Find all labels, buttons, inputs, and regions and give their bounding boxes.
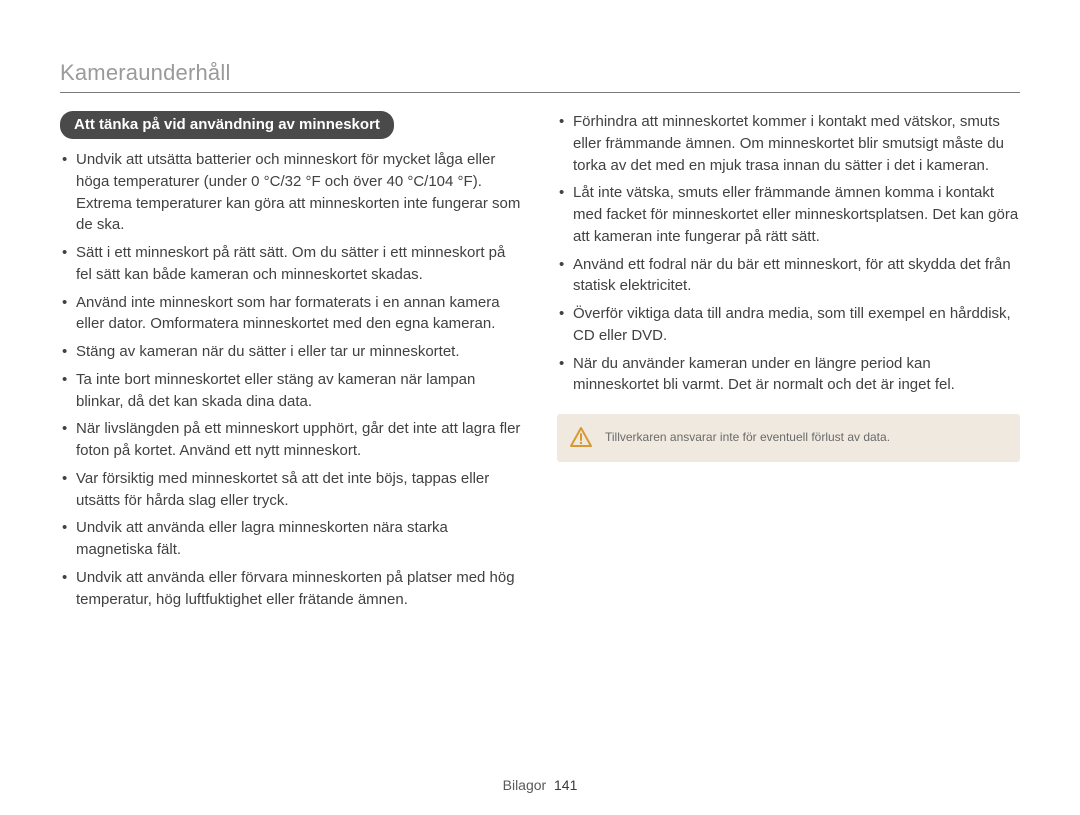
- list-item: Förhindra att minneskortet kommer i kont…: [557, 111, 1020, 176]
- list-item: När livslängden på ett minneskort upphör…: [60, 418, 523, 462]
- warning-icon: [569, 426, 593, 450]
- right-bullet-list: Förhindra att minneskortet kommer i kont…: [557, 111, 1020, 396]
- footer-section: Bilagor: [503, 777, 547, 793]
- page-footer: Bilagor 141: [0, 777, 1080, 793]
- list-item: Använd inte minneskort som har formatera…: [60, 292, 523, 336]
- list-item: När du använder kameran under en längre …: [557, 353, 1020, 397]
- page-title: Kameraunderhåll: [60, 60, 1020, 86]
- list-item: Var försiktig med minneskortet så att de…: [60, 468, 523, 512]
- list-item: Ta inte bort minneskortet eller stäng av…: [60, 369, 523, 413]
- list-item: Stäng av kameran när du sätter i eller t…: [60, 341, 523, 363]
- list-item: Överför viktiga data till andra media, s…: [557, 303, 1020, 347]
- list-item: Låt inte vätska, smuts eller främmande ä…: [557, 182, 1020, 247]
- left-column: Att tänka på vid användning av minneskor…: [60, 111, 523, 616]
- document-page: Kameraunderhåll Att tänka på vid användn…: [0, 0, 1080, 815]
- caution-note: Tillverkaren ansvarar inte för eventuell…: [557, 414, 1020, 462]
- list-item: Undvik att använda eller lagra minneskor…: [60, 517, 523, 561]
- list-item: Undvik att utsätta batterier och minnesk…: [60, 149, 523, 236]
- right-column: Förhindra att minneskortet kommer i kont…: [557, 111, 1020, 616]
- left-bullet-list: Undvik att utsätta batterier och minnesk…: [60, 149, 523, 610]
- content-columns: Att tänka på vid användning av minneskor…: [60, 111, 1020, 616]
- title-divider: [60, 92, 1020, 93]
- section-pill: Att tänka på vid användning av minneskor…: [60, 111, 394, 139]
- list-item: Sätt i ett minneskort på rätt sätt. Om d…: [60, 242, 523, 286]
- list-item: Undvik att använda eller förvara minnesk…: [60, 567, 523, 611]
- list-item: Använd ett fodral när du bär ett minnesk…: [557, 254, 1020, 298]
- footer-page-number: 141: [554, 777, 577, 793]
- caution-text: Tillverkaren ansvarar inte för eventuell…: [605, 430, 890, 446]
